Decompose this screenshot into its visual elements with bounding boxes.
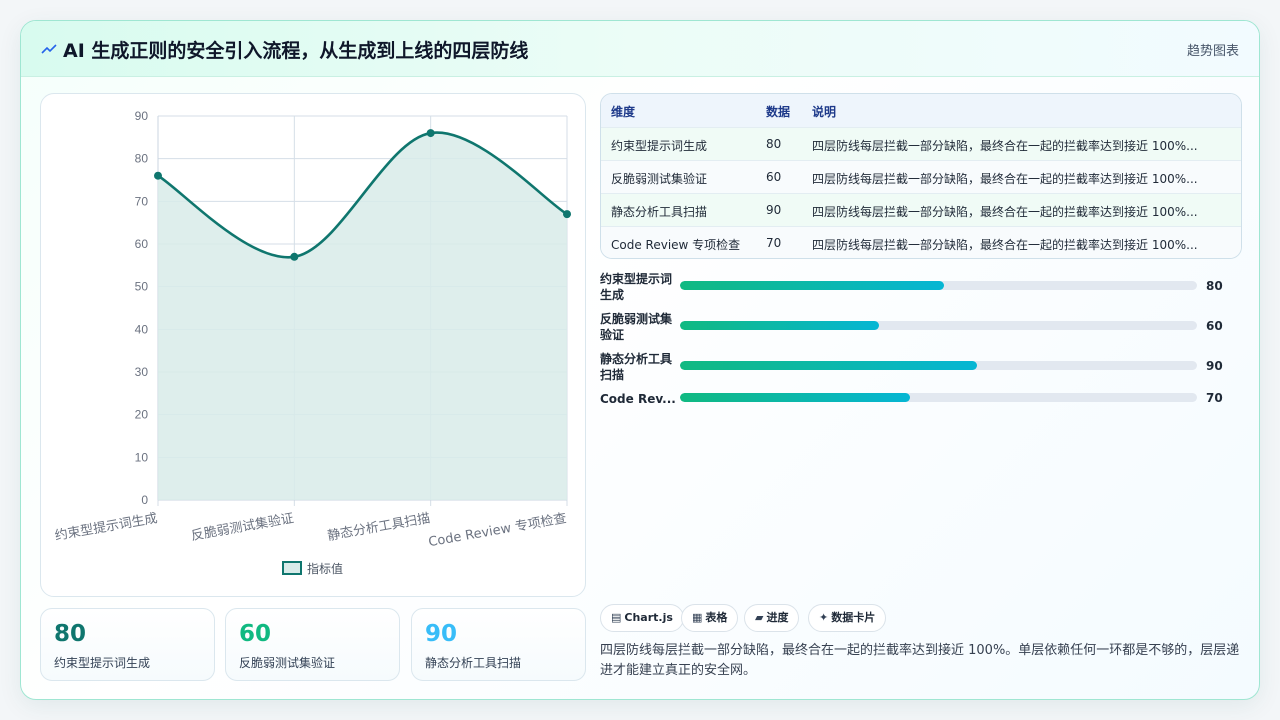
area-fill (158, 132, 567, 500)
y-tick-label: 30 (135, 365, 149, 379)
x-tick-label: Code Review 专项检查 (427, 511, 567, 550)
progress-track (680, 281, 1197, 290)
tag-chip-progress[interactable]: ▰ 进度 (744, 604, 800, 632)
table-row: 静态分析工具扫描 90 四层防线每层拦截一部分缺陷，最终合在一起的拦截率达到接近… (601, 193, 1241, 226)
data-point (563, 210, 571, 219)
main-card: AI 生成正则的安全引入流程，从生成到上线的四层防线 趋势图表 0 10 20 30 4… (20, 20, 1260, 700)
table-cell-name: 约束型提示词生成 (611, 139, 708, 153)
line-chart: 0 10 20 30 40 50 60 70 80 90 约束型提示词生成 反脆弱测试集验证 静态分析工… (53, 109, 571, 576)
progress-label: 反脆弱测试集验证 (600, 312, 673, 342)
y-tick-label: 70 (135, 194, 149, 208)
progress-track (680, 361, 1197, 370)
legend-swatch (282, 561, 302, 575)
progress-value: 80 (1206, 279, 1223, 293)
x-tick-label: 约束型提示词生成 (53, 510, 158, 544)
table-header-cell: 数据 (766, 105, 791, 119)
sparkle-icon: ✦ (819, 611, 829, 624)
data-point (426, 129, 435, 138)
line-chart-panel: 0 10 20 30 40 50 60 70 80 90 约束型提示词生成 反脆弱测试集验证 静态分析工… (40, 93, 586, 597)
kpi-label: 约束型提示词生成 (54, 656, 151, 670)
progress-fill (680, 361, 978, 370)
table-cell-value: 80 (766, 137, 782, 151)
chip-label: 进度 (766, 611, 789, 624)
tag-chip-table[interactable]: ▦ 表格 (681, 604, 739, 632)
kpi-card: 90 静态分析工具扫描 (411, 608, 586, 681)
progress-track (680, 321, 1197, 330)
table-row: 约束型提示词生成 80 四层防线每层拦截一部分缺陷，最终合在一起的拦截率达到接近… (601, 127, 1241, 160)
data-point (290, 252, 299, 261)
y-tick-label: 0 (141, 493, 148, 507)
table-cell-value: 70 (766, 236, 782, 250)
table-row: Code Review 专项检查 70 四层防线每层拦截一部分缺陷，最终合在一起… (601, 226, 1241, 258)
page-title: AI 生成正则的安全引入流程，从生成到上线的四层防线 (63, 40, 529, 62)
kpi-card: 60 反脆弱测试集验证 (225, 608, 400, 681)
table-cell-name: Code Review 专项检查 (611, 238, 741, 252)
progress-value: 60 (1206, 319, 1223, 333)
progress-label: 约束型提示词生成 (600, 272, 673, 302)
table-cell-name: 反脆弱测试集验证 (611, 172, 708, 186)
table-cell-name: 静态分析工具扫描 (611, 205, 708, 219)
kpi-label: 反脆弱测试集验证 (239, 656, 336, 670)
legend-label: 指标值 (307, 561, 343, 576)
table-cell-note: 四层防线每层拦截一部分缺陷，最终合在一起的拦截率达到接近 100%... (812, 205, 1198, 219)
y-tick-label: 90 (135, 109, 149, 123)
progress-icon: ▰ (755, 611, 764, 624)
data-table: 维度 数据 说明 约束型提示词生成 80 四层防线每层拦截一部分缺陷，最终合在一… (600, 93, 1242, 259)
chart-icon: ▤ (611, 611, 622, 624)
table-row: 反脆弱测试集验证 60 四层防线每层拦截一部分缺陷，最终合在一起的拦截率达到接近… (601, 160, 1241, 193)
chip-label: 数据卡片 (831, 611, 876, 624)
y-tick-label: 20 (135, 408, 149, 422)
kpi-value: 60 (239, 621, 272, 647)
data-point (154, 171, 162, 180)
chip-label: Chart.js (624, 611, 673, 624)
progress-label: 静态分析工具扫描 (600, 352, 673, 382)
progress-fill (680, 281, 944, 290)
trend-icon (41, 44, 57, 54)
tag-chip-chartjs[interactable]: ▤ Chart.js (600, 604, 684, 632)
y-tick-label: 10 (135, 450, 149, 464)
table-header-cell: 说明 (812, 105, 837, 119)
y-tick-label: 40 (135, 322, 149, 336)
y-tick-label: 80 (135, 152, 149, 166)
table-cell-value: 90 (766, 203, 782, 217)
table-cell-note: 四层防线每层拦截一部分缺陷，最终合在一起的拦截率达到接近 100%... (812, 172, 1198, 186)
progress-fill (680, 321, 880, 330)
kpi-label: 静态分析工具扫描 (425, 656, 522, 670)
kpi-value: 90 (425, 621, 458, 647)
progress-value: 70 (1206, 391, 1223, 405)
chip-label: 表格 (705, 611, 728, 624)
chart-type-tag: 趋势图表 (1186, 44, 1239, 59)
y-tick-label: 50 (135, 280, 149, 294)
x-tick-label: 静态分析工具扫描 (326, 511, 431, 544)
tag-chip-cards[interactable]: ✦ 数据卡片 (808, 604, 887, 632)
kpi-card: 80 约束型提示词生成 (40, 608, 215, 681)
progress-label: Code Rev... (600, 392, 676, 406)
summary-text: 四层防线每层拦截一部分缺陷，最终合在一起的拦截率达到接近 100%。单层依赖任何… (600, 643, 1240, 678)
table-cell-note: 四层防线每层拦截一部分缺陷，最终合在一起的拦截率达到接近 100%... (812, 238, 1198, 252)
progress-fill (680, 393, 911, 402)
header: AI 生成正则的安全引入流程，从生成到上线的四层防线 趋势图表 (21, 21, 1259, 77)
table-cell-note: 四层防线每层拦截一部分缺陷，最终合在一起的拦截率达到接近 100%... (812, 139, 1198, 153)
table-cell-value: 60 (766, 170, 782, 184)
x-tick-label: 反脆弱测试集验证 (190, 510, 295, 544)
progress-value: 90 (1206, 359, 1223, 373)
table-icon: ▦ (692, 611, 703, 624)
y-tick-label: 60 (135, 237, 149, 251)
table-header-cell: 维度 (611, 105, 636, 119)
progress-track (680, 393, 1197, 402)
table-header-row: 维度 数据 说明 (601, 94, 1241, 127)
kpi-value: 80 (54, 621, 87, 647)
